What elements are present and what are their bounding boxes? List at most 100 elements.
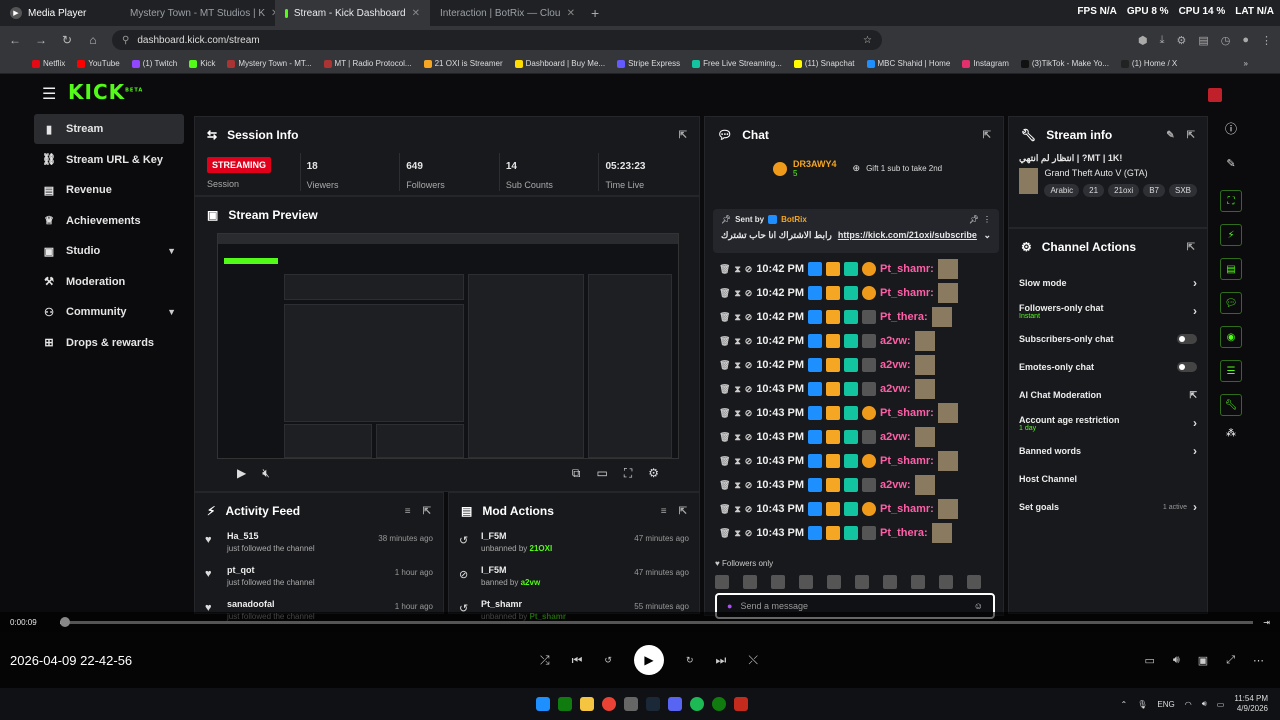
bookmark-item[interactable]: 21 OXI is Streamer [423,59,503,68]
chat-message[interactable]: 🗑︎ ⧗ ⊘ 10:42 PM Pt_thera: [705,305,1005,329]
delete-icon[interactable]: 🗑︎ [719,480,730,491]
toggle-switch[interactable] [1177,362,1197,372]
spotify-icon[interactable] [690,697,704,711]
activity-user[interactable]: Ha_515 [227,531,315,541]
chat-message[interactable]: 🗑︎ ⧗ ⊘ 10:42 PM Pt_shamr: [705,281,1005,305]
channel-action-ai-chat-moderation[interactable]: AI Chat Moderation ⇱ [1009,381,1207,409]
download-icon[interactable]: ⤓ [1160,34,1165,47]
tray-arrow-icon[interactable]: ⌃ [1121,700,1128,709]
ban-icon[interactable]: ⊘ [745,432,753,443]
tag-chip[interactable]: 21oxi [1108,184,1140,197]
sidebar-item-moderation[interactable]: ⚒ Moderation [34,267,184,297]
tag-chip[interactable]: SXB [1168,184,1197,197]
steam-icon[interactable] [646,697,660,711]
channel-action-set-goals[interactable]: Set goals 1 active › [1009,493,1207,521]
expand-icon[interactable]: ⌄ [983,230,991,241]
bookmark-item[interactable]: Free Live Streaming... [692,59,782,68]
volume-icon[interactable]: 🔊︎ [1202,699,1207,709]
sidebar-item-stream[interactable]: ▮ Stream [34,114,184,144]
sidebar-item-community[interactable]: ⚇ Community ▼ [34,297,184,327]
timeout-icon[interactable]: ⧗ [734,432,740,443]
emote-icon[interactable] [939,575,953,589]
sidebar-item-revenue[interactable]: ▤ Revenue [34,175,184,205]
stream-preview-video[interactable] [217,233,679,459]
more-icon[interactable]: ⋮ [983,215,991,224]
delete-icon[interactable]: 🗑︎ [719,288,730,299]
avatar[interactable] [1208,88,1222,102]
profile-icon[interactable]: ● [1242,34,1249,47]
close-tab-icon[interactable]: ✕ [412,8,420,19]
delete-icon[interactable]: 🗑︎ [719,312,730,323]
channel-action-host-channel[interactable]: Host Channel [1009,465,1207,493]
message-user[interactable]: a2vw: [880,359,911,371]
delete-icon[interactable]: 🗑︎ [719,360,730,371]
ban-icon[interactable]: ⊘ [745,528,753,539]
channel-action-account-age-restriction[interactable]: Account age restriction 1 day › [1009,409,1207,437]
popout-icon[interactable]: ⇱ [1187,130,1195,141]
browser-tab-1[interactable]: Mystery Town - MT Studios | K✕ [120,0,275,26]
filter-icon[interactable]: ≡ [661,506,667,517]
mic-icon[interactable]: 🎙︎ [1137,700,1147,709]
activity-user[interactable]: pt_qot [227,565,315,575]
mod-by-user[interactable]: 21OXI [530,544,553,553]
channel-action-banned-words[interactable]: Banned words › [1009,437,1207,465]
play-icon[interactable]: ▶ [237,466,246,480]
seek-track[interactable] [59,616,1254,627]
reload-icon[interactable]: ↻ [60,33,74,47]
close-tab-icon[interactable]: ✕ [567,8,575,19]
language-indicator[interactable]: ENG [1157,700,1174,709]
emote-icon[interactable] [911,575,925,589]
ban-icon[interactable]: ⊘ [745,360,753,371]
bookmark-item[interactable]: Instagram [962,59,1009,68]
forward-icon[interactable]: ↻ [686,655,694,666]
bookmark-item[interactable]: Mystery Town - MT... [227,59,312,68]
hamburger-menu-icon[interactable]: ☰ [42,84,56,104]
message-user[interactable]: Pt_shamr: [880,407,934,419]
more-bookmarks-icon[interactable]: » [1244,59,1248,68]
timeout-icon[interactable]: ⧗ [734,264,740,275]
home-icon[interactable]: ⌂ [86,33,100,47]
cast-icon[interactable]: ▣ [1198,654,1208,667]
tag-chip[interactable]: B7 [1143,184,1165,197]
browser-tab-2[interactable]: Stream - Kick Dashboard ✕ [275,0,430,26]
bookmark-item[interactable]: Netflix [32,59,65,68]
mod-by-user[interactable]: a2vw [521,578,541,587]
browser-tab-3[interactable]: Interaction | BotRix — Clou ✕ [430,0,585,26]
delete-icon[interactable]: 🗑︎ [719,432,730,443]
extension-icon[interactable]: ⚙ [1176,34,1186,47]
windows-start-icon[interactable] [536,697,550,711]
timeout-icon[interactable]: ⧗ [734,504,740,515]
channel-action-emotes-only-chat[interactable]: Emotes-only chat [1009,353,1207,381]
fullscreen-icon[interactable]: ⤢ [1226,654,1235,667]
broadcast-icon[interactable]: ◉ [1220,326,1242,348]
message-user[interactable]: Pt_shamr: [880,287,934,299]
settings-icon[interactable]: ⚙ [648,466,659,480]
ban-icon[interactable]: ⊘ [745,504,753,515]
chat-message[interactable]: 🗑︎ ⧗ ⊘ 10:43 PM Pt_shamr: [705,449,1005,473]
bookmark-item[interactable]: (3)TikTok - Make Yo... [1020,59,1109,68]
channel-action-subscribers-only-chat[interactable]: Subscribers-only chat [1009,325,1207,353]
timeout-icon[interactable]: ⧗ [734,408,740,419]
ban-icon[interactable]: ⊘ [745,336,753,347]
ban-icon[interactable]: ⊘ [745,480,753,491]
delete-icon[interactable]: 🗑︎ [719,384,730,395]
chat-message[interactable]: 🗑︎ ⧗ ⊘ 10:43 PM Pt_thera: [705,521,1005,545]
extension-icon[interactable]: ◷ [1221,34,1231,47]
sidebar-item-drops-rewards[interactable]: ⊞ Drops & rewards [34,328,184,358]
ban-icon[interactable]: ⊘ [745,384,753,395]
emote-icon[interactable] [743,575,757,589]
popout-icon[interactable]: ⇱ [679,130,687,141]
discord-icon[interactable] [668,697,682,711]
emote-icon[interactable] [771,575,785,589]
info-icon[interactable]: ⓘ [1225,120,1237,137]
theater-icon[interactable]: ▭ [596,466,607,480]
filter-icon[interactable]: ≡ [405,506,411,517]
bookmark-item[interactable]: MT | Radio Protocol... [323,59,412,68]
emote-icon[interactable] [967,575,981,589]
bookmark-item[interactable]: (1) Home / X [1120,59,1177,68]
document-icon[interactable]: ▤ [1220,258,1242,280]
ban-icon[interactable]: ⊘ [745,264,753,275]
timeout-icon[interactable]: ⧗ [734,336,740,347]
next-icon[interactable]: ⏭︎ [716,653,727,668]
bookmark-item[interactable]: Kick [189,59,215,68]
